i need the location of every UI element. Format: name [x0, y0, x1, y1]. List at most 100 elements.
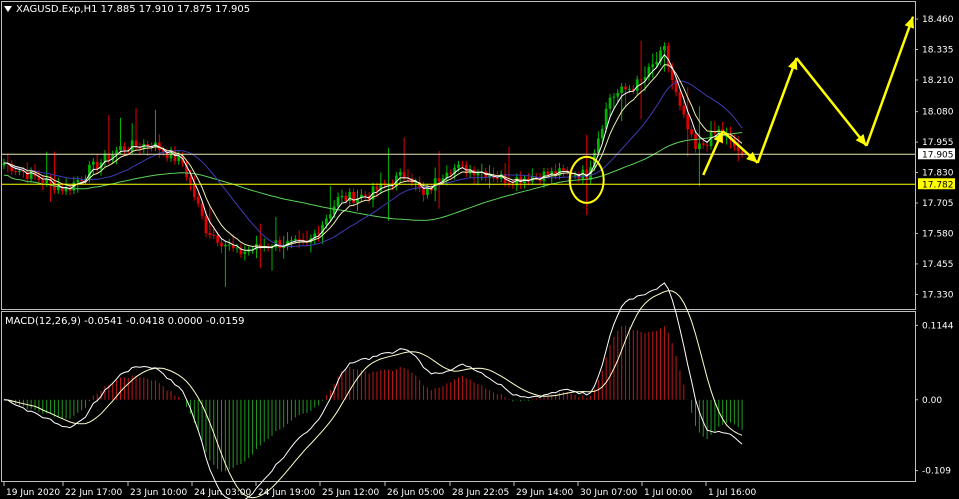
- time-axis-label: 1 Jul 16:00: [708, 488, 757, 498]
- candle-body: [119, 146, 122, 151]
- candle-body: [457, 164, 460, 168]
- price-axis-label: 18.210: [922, 76, 954, 86]
- candle-body: [690, 129, 693, 135]
- candle-body: [278, 240, 282, 249]
- candle-body: [682, 105, 686, 115]
- candle-body: [204, 215, 208, 234]
- candle-body: [694, 134, 697, 149]
- candle-body: [29, 170, 33, 179]
- macd-axis-label: 0.1144: [922, 321, 954, 331]
- chart-canvas: 18.46018.33518.21018.08017.95517.83017.7…: [0, 0, 959, 499]
- price-axis-label: 17.705: [922, 199, 954, 209]
- candle-body: [212, 235, 216, 237]
- level-price-box-label: 17.782: [922, 180, 954, 190]
- candle-body: [705, 144, 709, 147]
- candle-body: [476, 172, 480, 176]
- candle-body: [573, 174, 577, 176]
- candle-body: [255, 243, 258, 250]
- candle-body: [628, 88, 631, 90]
- candle-body: [41, 180, 45, 184]
- candle-body: [243, 251, 247, 255]
- candle-body: [76, 180, 80, 183]
- candle-body: [165, 152, 169, 159]
- candle-body: [196, 196, 200, 204]
- candle-body: [297, 239, 301, 241]
- candle-body: [352, 191, 355, 203]
- time-axis-label: 30 Jun 07:00: [580, 488, 637, 498]
- price-axis-label: 17.830: [922, 169, 954, 179]
- candle-body: [635, 79, 639, 91]
- candle-body: [562, 168, 565, 171]
- candle-body: [14, 171, 17, 173]
- candle-body: [461, 164, 464, 166]
- candle-body: [344, 195, 348, 201]
- candle-body: [18, 170, 21, 172]
- candle-body: [227, 244, 231, 246]
- time-axis-label: 19 Jun 2020: [6, 488, 60, 498]
- macd-axis-label: -0.109: [922, 467, 951, 477]
- candle-body: [224, 244, 227, 247]
- price-axis-label: 17.955: [922, 138, 954, 148]
- candle-body: [698, 143, 701, 149]
- candle-body: [134, 140, 138, 147]
- candle-body: [340, 195, 344, 198]
- candle-body: [325, 218, 328, 225]
- candle-body: [363, 194, 367, 196]
- current-price-box-label: 17.905: [922, 150, 954, 160]
- candle-body: [616, 92, 620, 97]
- candle-body: [546, 171, 550, 175]
- price-axis-label: 17.455: [922, 260, 954, 270]
- candle-body: [624, 86, 627, 90]
- candle-body: [123, 146, 126, 151]
- candle-body: [449, 172, 453, 174]
- macd-header: MACD(12,26,9) -0.0541 -0.0418 0.0000 -0.…: [5, 316, 244, 327]
- candle-body: [130, 140, 134, 151]
- candle-body: [80, 180, 84, 182]
- time-axis-label: 24 Jun 03:00: [194, 488, 251, 498]
- candle-body: [608, 97, 612, 109]
- candle-body: [701, 143, 705, 145]
- time-axis-label: 24 Jun 19:00: [258, 488, 315, 498]
- candle-body: [678, 92, 682, 106]
- time-axis-label: 29 Jun 14:00: [516, 488, 573, 498]
- candle-body: [663, 46, 666, 51]
- candle-body: [422, 188, 425, 195]
- candle-body: [375, 186, 379, 191]
- time-axis-label: 25 Jun 12:00: [322, 488, 379, 498]
- price-axis-label: 18.080: [922, 108, 954, 118]
- candle-body: [655, 61, 659, 65]
- price-axis-label: 17.580: [922, 229, 954, 239]
- candle-body: [437, 178, 441, 182]
- candle-body: [336, 197, 340, 207]
- candle-body: [216, 235, 219, 243]
- time-axis-label: 28 Jun 22:05: [452, 488, 509, 498]
- candle-body: [620, 86, 624, 93]
- candle-body: [328, 214, 332, 219]
- candle-body: [612, 96, 616, 98]
- candle-body: [290, 240, 293, 242]
- candle-body: [402, 172, 406, 178]
- candle-body: [293, 239, 297, 241]
- candle-body: [220, 242, 223, 247]
- candle-body: [651, 64, 655, 67]
- time-axis-label: 22 Jun 17:00: [65, 488, 122, 498]
- candle-body: [91, 161, 95, 165]
- candle-body: [600, 128, 604, 139]
- candle-body: [235, 247, 239, 249]
- time-axis-label: 1 Jul 00:00: [644, 488, 693, 498]
- time-axis-label: 26 Jun 05:00: [387, 488, 444, 498]
- time-axis-label: 23 Jun 10:00: [130, 488, 187, 498]
- candle-body: [666, 46, 670, 67]
- candle-body: [686, 114, 690, 130]
- price-axis-label: 18.460: [922, 15, 954, 25]
- candle-body: [282, 246, 286, 249]
- price-axis-label: 18.335: [922, 46, 954, 56]
- macd-axis-label: 0.00: [922, 396, 942, 406]
- candle-body: [495, 178, 499, 180]
- symbol-header: XAGUSD.Exp,H1 17.885 17.910 17.875 17.90…: [16, 4, 250, 15]
- candle-body: [189, 176, 192, 184]
- price-axis-label: 17.330: [922, 290, 954, 300]
- candle-body: [639, 79, 643, 81]
- candle-body: [208, 233, 212, 236]
- candle-body: [398, 172, 402, 176]
